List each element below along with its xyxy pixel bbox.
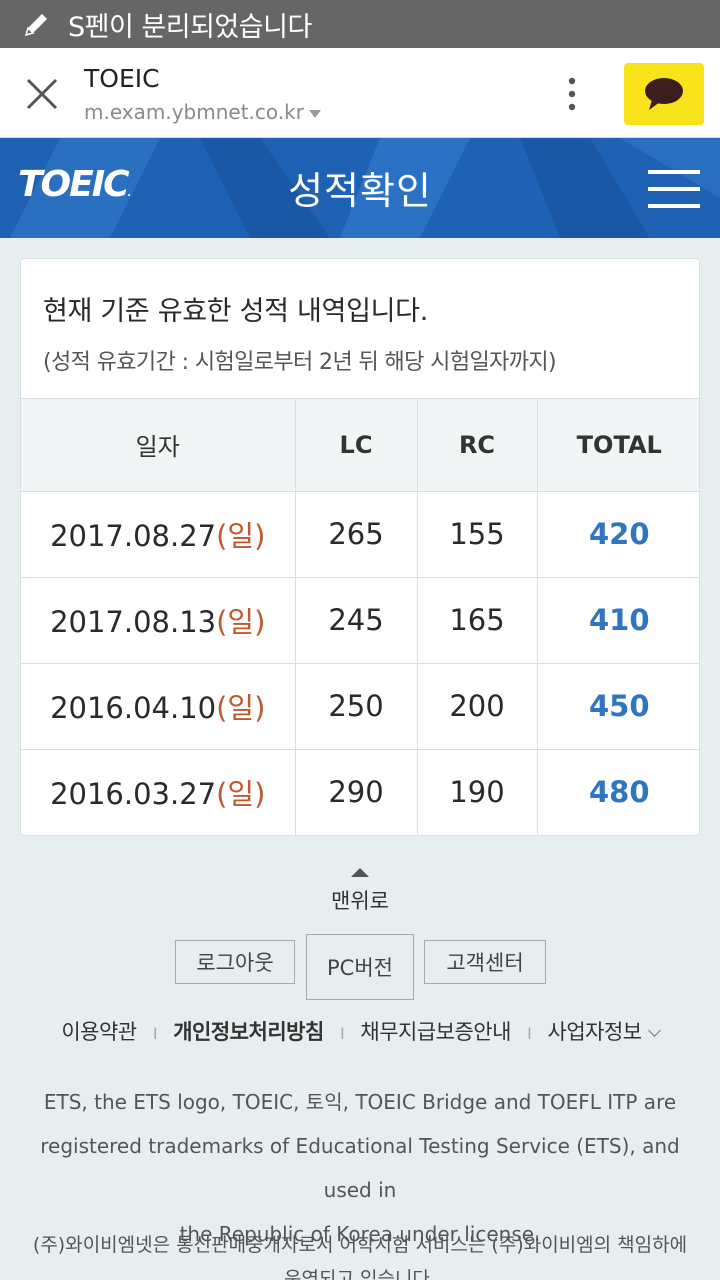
exam-date: 2017.08.13(일) [21,577,296,664]
operator-line: 운영되고 있습니다. [284,1268,436,1280]
rc-score: 200 [417,663,538,750]
footer-links: 이용약관 I 개인정보처리방침 I 채무지급보증안내 I 사업자정보 [0,1016,720,1046]
validity-note: (성적 유효기간 : 시험일로부터 2년 뒤 해당 시험일자까지) [43,350,557,375]
operator-notice: (주)와이비엠넷은 통신판매중개자로서 어학시험 서비스는 (주)와이비엠의 책… [20,1228,700,1280]
exam-date: 2017.08.27(일) [21,491,296,578]
date-text: 2016.03.27 [50,777,217,812]
browser-url[interactable]: m.exam.ybmnet.co.kr [84,100,321,124]
table-row: 2016.03.27(일) 290 190 480 [21,749,699,835]
weekday-text: (일) [216,519,266,553]
table-row: 2017.08.13(일) 245 165 410 [21,577,699,664]
trademark-line: ETS, the ETS logo, TOEIC, 토익, TOEIC Brid… [43,1090,677,1114]
header-rc: RC [417,399,538,492]
customer-center-button[interactable]: 고객센터 [424,940,546,984]
table-header-row: 일자 LC RC TOTAL [21,399,699,492]
lc-score: 250 [295,663,418,750]
kakaotalk-share-button[interactable] [624,63,704,125]
intro-heading: 현재 기준 유효한 성적 내역입니다. [43,296,428,327]
table-row: 2016.04.10(일) 250 200 450 [21,663,699,750]
browser-toolbar: TOEIC m.exam.ybmnet.co.kr [0,48,720,138]
privacy-policy-link[interactable]: 개인정보처리방침 [173,1020,324,1044]
payment-guarantee-link[interactable]: 채무지급보증안내 [360,1020,511,1044]
pen-icon [24,14,47,37]
rc-score: 155 [417,491,538,578]
terms-link[interactable]: 이용약관 [61,1020,137,1044]
weekday-text: (일) [216,691,266,725]
pc-version-button[interactable]: PC버전 [306,934,414,1000]
rc-score: 190 [417,749,538,835]
more-options-icon[interactable] [562,76,582,112]
hamburger-menu-icon[interactable] [648,168,700,210]
rc-score: 165 [417,577,538,664]
footer-buttons: 로그아웃 PC버전 고객센터 [0,934,720,1004]
back-to-top-link[interactable]: 맨위로 [310,868,410,915]
close-icon[interactable] [24,76,60,112]
page-title: 성적확인 [288,169,432,213]
business-info-link[interactable]: 사업자정보 [547,1020,661,1044]
link-separator: I [527,1024,532,1043]
trademark-line: registered trademarks of Educational Tes… [40,1134,680,1202]
link-separator: I [152,1024,158,1043]
link-separator: I [339,1024,345,1043]
date-text: 2017.08.13 [50,605,217,639]
score-table: 일자 LC RC TOTAL 2017.08.27(일) 265 155 420… [21,399,699,835]
exam-date: 2016.03.27(일) [21,749,296,835]
dropdown-caret-icon [308,109,321,118]
score-intro: 현재 기준 유효한 성적 내역입니다. (성적 유효기간 : 시험일로부터 2년… [21,259,699,399]
arrow-up-icon [351,868,369,877]
date-text: 2016.04.10 [50,691,217,725]
date-text: 2017.08.27 [50,519,217,553]
total-score: 410 [537,577,699,664]
lc-score: 290 [295,749,418,835]
status-message: S펜이 분리되었습니다 [68,11,312,43]
browser-page-title: TOEIC [84,64,160,93]
header-lc: LC [295,399,418,492]
url-text: m.exam.ybmnet.co.kr [84,100,304,124]
chevron-down-icon [647,1024,661,1037]
total-score: 450 [537,663,699,750]
status-bar: S펜이 분리되었습니다 [0,0,720,48]
chat-bubble-icon [645,78,683,110]
lc-score: 265 [295,491,418,578]
weekday-text: (일) [216,605,266,639]
lc-score: 245 [295,577,418,664]
business-info-label: 사업자정보 [547,1020,643,1044]
header-total: TOTAL [537,399,699,492]
back-to-top-label: 맨위로 [331,889,389,913]
total-score: 480 [588,775,650,810]
header-date: 일자 [21,399,296,492]
site-header: TOEIC. 성적확인 [0,138,720,238]
score-card: 현재 기준 유효한 성적 내역입니다. (성적 유효기간 : 시험일로부터 2년… [20,258,700,836]
operator-line: (주)와이비엠넷은 통신판매중개자로서 어학시험 서비스는 (주)와이비엠의 책… [32,1234,688,1256]
logout-button[interactable]: 로그아웃 [175,940,295,984]
weekday-text: (일) [216,777,266,812]
table-row: 2017.08.27(일) 265 155 420 [21,491,699,578]
exam-date: 2016.04.10(일) [21,663,296,750]
total-score: 420 [537,491,699,578]
